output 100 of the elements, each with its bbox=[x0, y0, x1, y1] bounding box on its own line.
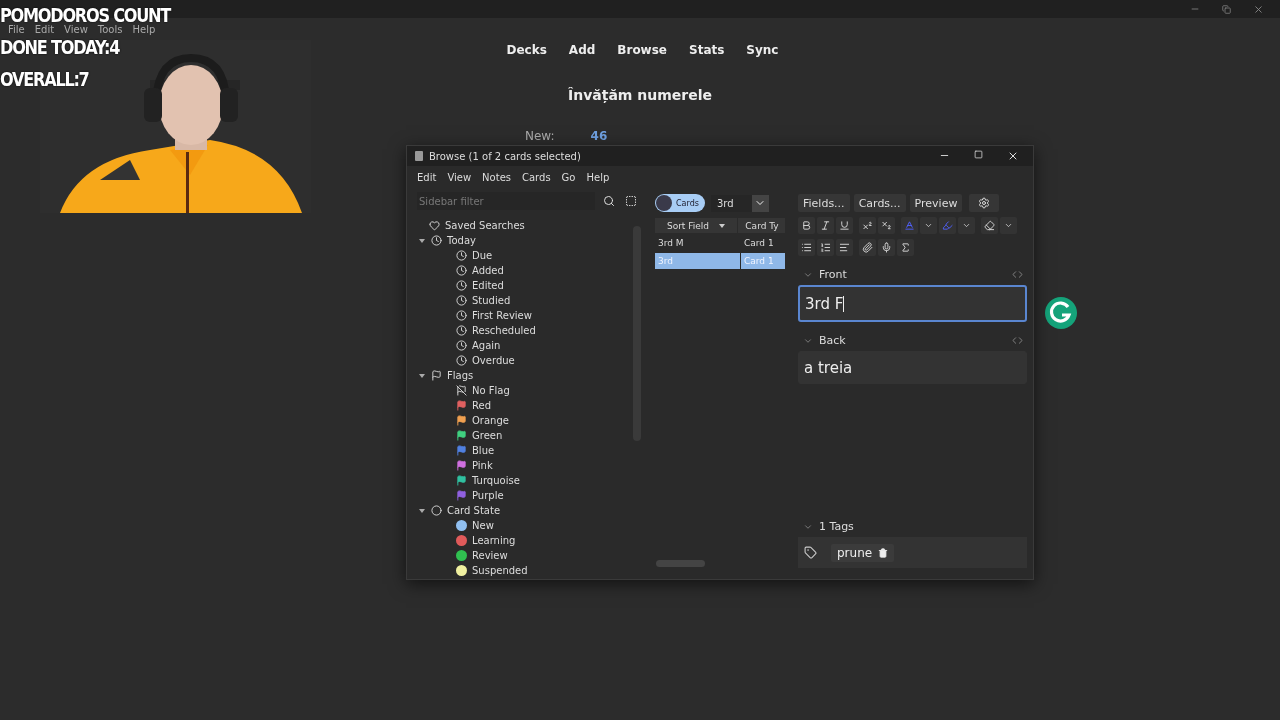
sigma-icon[interactable] bbox=[897, 239, 914, 256]
restore-icon[interactable] bbox=[1222, 4, 1231, 14]
field-input[interactable]: a treia bbox=[798, 351, 1027, 384]
stat-value: 46 bbox=[590, 129, 608, 143]
caret-down-icon[interactable] bbox=[419, 373, 425, 378]
menu-item[interactable]: View bbox=[447, 171, 472, 183]
sidebar-item[interactable]: No Flag bbox=[472, 385, 510, 396]
gear-icon bbox=[978, 197, 991, 209]
table-cell: 3rd M bbox=[655, 235, 741, 251]
toolbar-link[interactable]: Add bbox=[568, 43, 596, 57]
sidebar-item[interactable]: Rescheduled bbox=[472, 325, 536, 336]
sidebar-item[interactable]: Orange bbox=[472, 415, 509, 426]
flag-icon bbox=[456, 430, 467, 441]
table-cell: Card 1 bbox=[741, 235, 793, 251]
sidebar-filter-field[interactable]: Sidebar filter bbox=[417, 192, 595, 210]
overlay-text: OVERALL:7 bbox=[0, 68, 90, 90]
table-cell: 3rd bbox=[655, 253, 741, 269]
eraser-icon[interactable] bbox=[981, 217, 998, 234]
toolbar-link[interactable]: Sync bbox=[746, 43, 779, 57]
flag-icon bbox=[456, 415, 467, 426]
bullet-list-icon[interactable] bbox=[798, 239, 815, 256]
clock-icon bbox=[456, 310, 467, 321]
toolbar-link[interactable]: Browse bbox=[617, 43, 667, 57]
sidebar-item[interactable]: Pink bbox=[472, 460, 493, 471]
sidebar-item[interactable]: Review bbox=[472, 550, 508, 561]
heart-icon bbox=[429, 220, 440, 231]
caret-down-icon[interactable] bbox=[419, 238, 425, 243]
menu-item[interactable]: Cards bbox=[522, 171, 551, 183]
menu-item[interactable]: File bbox=[8, 23, 25, 35]
menu-item[interactable]: Edit bbox=[417, 171, 437, 183]
table-cell: Card 1 bbox=[741, 253, 793, 269]
sidebar-item[interactable]: Blue bbox=[472, 445, 495, 456]
close-icon[interactable] bbox=[1007, 150, 1019, 162]
clock-icon bbox=[456, 340, 467, 351]
sidebar-item[interactable]: New bbox=[472, 520, 494, 531]
tags-label: 1 Tags bbox=[819, 520, 855, 533]
sidebar-item[interactable]: Overdue bbox=[472, 355, 515, 366]
align-icon[interactable] bbox=[836, 239, 853, 256]
numbered-list-icon[interactable] bbox=[817, 239, 834, 256]
menu-item[interactable]: Edit bbox=[34, 23, 55, 35]
flag-icon bbox=[456, 475, 467, 486]
editor-button[interactable]: Fields... bbox=[798, 194, 850, 212]
logo-icon[interactable] bbox=[1044, 296, 1078, 330]
circle-icon bbox=[431, 505, 442, 516]
search-icon[interactable] bbox=[601, 193, 617, 209]
delete-icon bbox=[878, 547, 889, 558]
paperclip-icon[interactable] bbox=[859, 239, 876, 256]
toolbar-link[interactable]: Stats bbox=[689, 43, 725, 57]
sidebar-item[interactable]: Saved Searches bbox=[445, 220, 525, 231]
text-color-icon[interactable] bbox=[901, 217, 918, 234]
toolbar-link[interactable]: Decks bbox=[506, 43, 547, 57]
clock-icon bbox=[456, 325, 467, 336]
editor-button[interactable]: Preview bbox=[909, 194, 963, 212]
sidebar-item[interactable]: Due bbox=[472, 250, 493, 261]
tag-icon bbox=[804, 546, 817, 559]
sidebar-item[interactable]: Purple bbox=[472, 490, 504, 501]
menu-item[interactable]: Help bbox=[586, 171, 610, 183]
sidebar-item[interactable]: Red bbox=[472, 400, 491, 411]
superscript-icon[interactable] bbox=[859, 217, 876, 234]
bold-icon[interactable] bbox=[798, 217, 815, 234]
sidebar-item[interactable]: Green bbox=[472, 430, 503, 441]
sidebar-item[interactable]: Edited bbox=[472, 280, 504, 291]
sidebar-item[interactable]: First Review bbox=[472, 310, 532, 321]
clock-icon bbox=[456, 295, 467, 306]
menu-item[interactable]: View bbox=[64, 23, 88, 35]
menu-item[interactable]: Help bbox=[132, 23, 156, 35]
editor-button[interactable]: Cards... bbox=[853, 194, 906, 212]
sidebar-item[interactable]: Card State bbox=[447, 505, 501, 516]
microphone-icon[interactable] bbox=[878, 239, 895, 256]
sidebar-item[interactable]: Flags bbox=[447, 370, 474, 381]
sidebar-item[interactable]: Added bbox=[472, 265, 504, 276]
subscript-icon[interactable] bbox=[878, 217, 895, 234]
settings-button[interactable] bbox=[969, 194, 1000, 212]
search-field[interactable]: 3rd bbox=[710, 194, 769, 212]
clock-icon bbox=[456, 280, 467, 291]
sidebar-item[interactable]: Today bbox=[447, 235, 476, 246]
flag-off-icon bbox=[456, 385, 467, 396]
sidebar-item[interactable]: Again bbox=[472, 340, 501, 351]
field-label: Front bbox=[819, 268, 848, 281]
cards-mode-button[interactable]: Cards bbox=[655, 194, 705, 212]
menu-item[interactable]: Go bbox=[561, 171, 576, 183]
column-header[interactable]: Card Ty bbox=[738, 218, 785, 233]
sidebar-item[interactable]: Turquoise bbox=[472, 475, 520, 486]
flag-icon bbox=[431, 370, 442, 381]
caret-down-icon[interactable] bbox=[419, 508, 425, 513]
menu-item[interactable]: Tools bbox=[97, 23, 123, 35]
column-header[interactable]: Sort Field bbox=[655, 218, 738, 233]
selection-icon[interactable] bbox=[623, 193, 639, 209]
scrollbar[interactable] bbox=[656, 560, 705, 567]
sidebar-item[interactable]: Suspended bbox=[472, 565, 528, 576]
deck-title: Învățăm numerele bbox=[566, 87, 714, 103]
sidebar-item[interactable]: Learning bbox=[472, 535, 516, 546]
menu-item[interactable]: Notes bbox=[482, 171, 511, 183]
field-input[interactable]: 3rd F bbox=[798, 285, 1027, 322]
italic-icon[interactable] bbox=[817, 217, 834, 234]
maximize-icon[interactable] bbox=[974, 150, 983, 162]
underline-icon[interactable] bbox=[836, 217, 853, 234]
sidebar-item[interactable]: Studied bbox=[472, 295, 511, 306]
field-label: Back bbox=[819, 334, 847, 347]
tag-chip[interactable]: prune bbox=[831, 543, 895, 562]
